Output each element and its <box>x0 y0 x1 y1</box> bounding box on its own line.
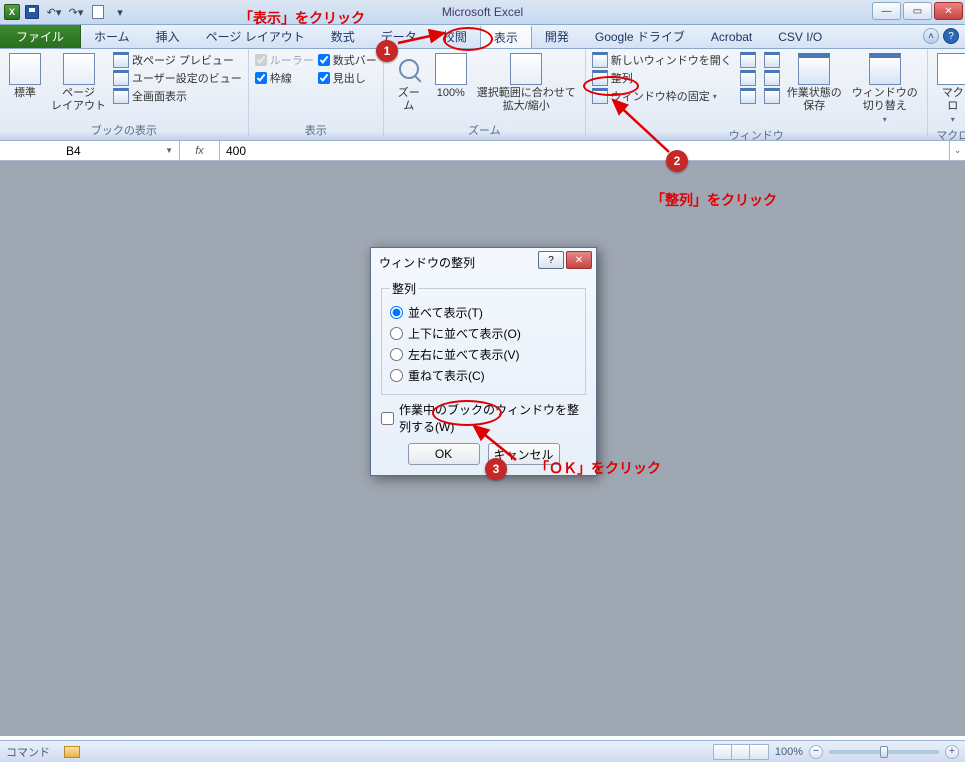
annotation-1-text: 「表示」をクリック <box>239 8 365 28</box>
view-switcher <box>713 744 769 760</box>
qat-save[interactable] <box>22 2 42 22</box>
tab-csv-io[interactable]: CSV I/O <box>765 25 835 48</box>
help-icon[interactable]: ? <box>943 28 959 44</box>
fx-button[interactable]: fx <box>180 141 220 160</box>
dialog-close-button[interactable]: ✕ <box>566 251 592 269</box>
radio-horizontal[interactable]: 上下に並べて表示(O) <box>390 323 577 344</box>
full-screen-button[interactable]: 全画面表示 <box>113 87 242 105</box>
annotation-2-oval <box>583 76 639 96</box>
zoom-level[interactable]: 100% <box>775 746 803 758</box>
group-workbook-views: 標準 ページ レイアウト 改ページ プレビュー ユーザー設定のビュー 全画面表示… <box>0 49 249 140</box>
arrange-windows-dialog: ウィンドウの整列 ? ✕ 整列 並べて表示(T) 上下に並べて表示(O) 左右に… <box>370 247 597 476</box>
view-page-break-icon[interactable] <box>750 745 768 759</box>
group-show: ルーラー 枠線 数式バー 見出し 表示 <box>249 49 384 140</box>
tab-google-drive[interactable]: Google ドライブ <box>582 25 698 48</box>
annotation-1-oval <box>443 27 493 51</box>
ribbon: 標準 ページ レイアウト 改ページ プレビュー ユーザー設定のビュー 全画面表示… <box>0 49 965 141</box>
qat-redo[interactable]: ↷▾ <box>66 2 86 22</box>
save-workspace-button[interactable]: 作業状態の 保存 <box>784 51 845 115</box>
macros-button[interactable]: マクロ <box>934 51 965 127</box>
group-macros: マクロ マクロ <box>928 49 965 140</box>
arrange-fieldset: 整列 並べて表示(T) 上下に並べて表示(O) 左右に並べて表示(V) 重ねて表… <box>381 280 586 395</box>
annotation-2-number: 2 <box>666 150 688 172</box>
qat-undo[interactable]: ↶▾ <box>44 2 64 22</box>
tab-developer[interactable]: 開発 <box>532 25 582 48</box>
normal-view-button[interactable]: 標準 <box>6 51 44 102</box>
view-page-layout-icon[interactable] <box>732 745 750 759</box>
dialog-title: ウィンドウの整列 <box>379 254 475 271</box>
ruler-checkbox[interactable]: ルーラー <box>255 51 314 69</box>
group-label-workbook-views: ブックの表示 <box>6 122 242 140</box>
headings-checkbox[interactable]: 見出し <box>318 69 377 87</box>
close-button[interactable]: ✕ <box>934 2 963 20</box>
zoom-to-selection-button[interactable]: 選択範囲に合わせて 拡大/縮小 <box>474 51 579 115</box>
qat-customize[interactable]: ▾ <box>110 2 130 22</box>
zoom-100-button[interactable]: 100% <box>432 51 470 102</box>
page-layout-view-button[interactable]: ページ レイアウト <box>48 51 109 115</box>
excel-icon: X <box>4 4 20 20</box>
quick-access-toolbar: X ↶▾ ↷▾ ▾ <box>0 2 130 22</box>
dialog-help-button[interactable]: ? <box>538 251 564 269</box>
group-label-show: 表示 <box>255 122 377 140</box>
sync-scroll-button[interactable] <box>764 69 780 87</box>
radio-tiled[interactable]: 並べて表示(T) <box>390 302 577 323</box>
hide-button[interactable] <box>740 69 756 87</box>
zoom-button[interactable]: ズーム <box>390 51 428 115</box>
annotation-3-oval <box>432 400 502 426</box>
dialog-titlebar[interactable]: ウィンドウの整列 ? ✕ <box>371 248 596 276</box>
tab-page-layout[interactable]: ページ レイアウト <box>193 25 318 48</box>
maximize-button[interactable]: ▭ <box>903 2 932 20</box>
formula-bar-checkbox[interactable]: 数式バー <box>318 51 377 69</box>
group-label-macros: マクロ <box>934 127 965 145</box>
app-title: Microsoft Excel <box>442 5 523 19</box>
tab-insert[interactable]: 挿入 <box>143 25 193 48</box>
macro-record-icon[interactable] <box>64 746 80 758</box>
minimize-button[interactable]: — <box>872 2 901 20</box>
tab-file[interactable]: ファイル <box>0 25 81 48</box>
switch-windows-button[interactable]: ウィンドウの 切り替え <box>849 51 921 127</box>
group-label-window: ウィンドウ <box>592 127 921 145</box>
new-window-button[interactable]: 新しいウィンドウを開く <box>592 51 732 69</box>
arrange-legend: 整列 <box>390 280 418 297</box>
group-window: 新しいウィンドウを開く 整列 ウィンドウ枠の固定 作業状態の 保存 ウィンドウの… <box>586 49 928 140</box>
annotation-1-number: 1 <box>376 40 398 62</box>
name-box[interactable]: B4▼ <box>60 141 180 160</box>
page-break-preview-button[interactable]: 改ページ プレビュー <box>113 51 242 69</box>
unhide-button[interactable] <box>740 87 756 105</box>
annotation-3-number: 3 <box>485 458 507 480</box>
zoom-in-button[interactable]: + <box>945 745 959 759</box>
ok-button[interactable]: OK <box>408 443 480 465</box>
gridlines-checkbox[interactable]: 枠線 <box>255 69 314 87</box>
annotation-3-text: 「ＯＫ」をクリック <box>535 458 661 478</box>
ribbon-minimize-icon[interactable]: ˄ <box>923 28 939 44</box>
titlebar: X ↶▾ ↷▾ ▾ Microsoft Excel — ▭ ✕ <box>0 0 965 25</box>
tab-home[interactable]: ホーム <box>81 25 143 48</box>
view-side-by-side-button[interactable] <box>764 51 780 69</box>
custom-views-button[interactable]: ユーザー設定のビュー <box>113 69 242 87</box>
zoom-out-button[interactable]: − <box>809 745 823 759</box>
radio-vertical[interactable]: 左右に並べて表示(V) <box>390 344 577 365</box>
statusbar: コマンド 100% − + <box>0 740 965 762</box>
tab-acrobat[interactable]: Acrobat <box>698 25 765 48</box>
tab-formulas[interactable]: 数式 <box>318 25 368 48</box>
zoom-slider[interactable] <box>829 750 939 754</box>
qat-new[interactable] <box>88 2 108 22</box>
view-normal-icon[interactable] <box>714 745 732 759</box>
split-button[interactable] <box>740 51 756 69</box>
radio-cascade[interactable]: 重ねて表示(C) <box>390 365 577 386</box>
reset-window-button[interactable] <box>764 87 780 105</box>
group-zoom: ズーム 100% 選択範囲に合わせて 拡大/縮小 ズーム <box>384 49 586 140</box>
annotation-2-text: 「整列」をクリック <box>651 190 777 210</box>
status-mode: コマンド <box>6 744 50 760</box>
group-label-zoom: ズーム <box>390 122 579 140</box>
